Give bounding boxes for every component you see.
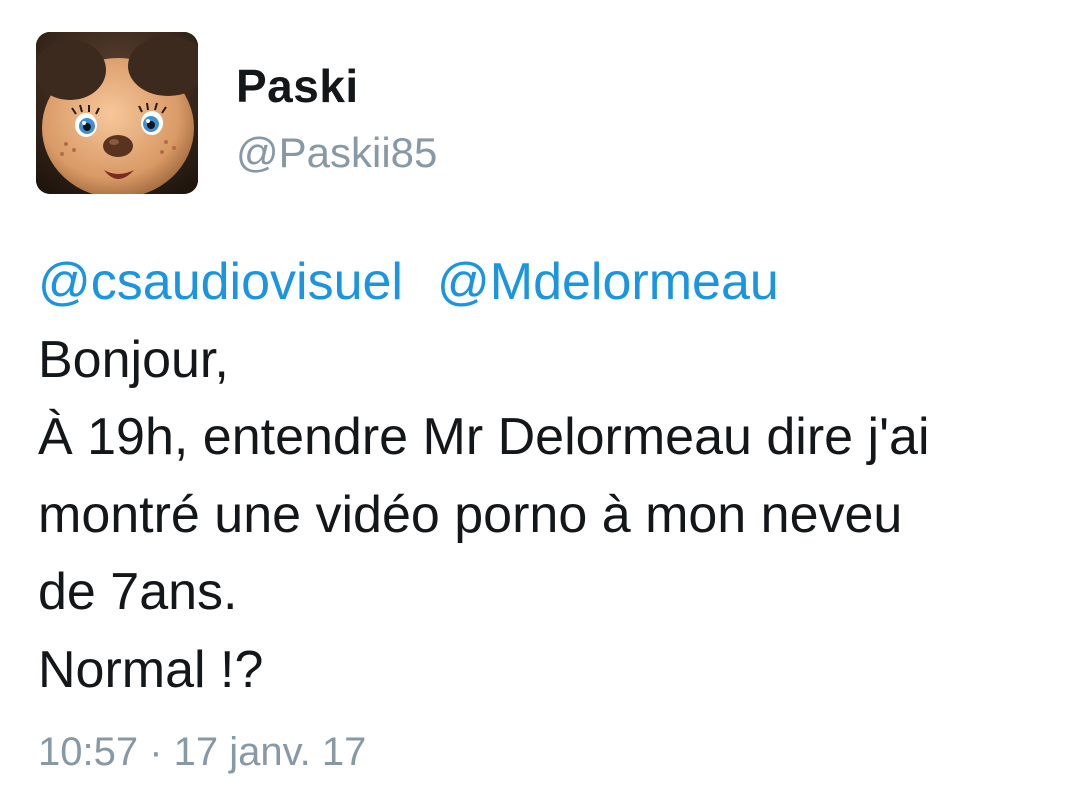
tweet-line: de 7ans.: [38, 563, 238, 621]
tweet-line: Normal !?: [38, 640, 264, 699]
tweet-card: Paski @Paskii85 @csaudiovisuel @Mdelormea…: [0, 0, 1080, 811]
avatar-doll-face-icon: [36, 32, 198, 194]
display-name[interactable]: Paski: [236, 60, 359, 112]
tweet-line: montré une vidéo porno à mon neveu: [38, 485, 903, 544]
avatar[interactable]: [36, 32, 198, 194]
tweet-text: @csaudiovisuel @Mdelormeau Bonjour, À 19h…: [38, 244, 1048, 709]
tweet-timestamp[interactable]: 10:57 · 17 janv. 17: [38, 728, 366, 776]
mentions-line: @csaudiovisuel @Mdelormeau: [38, 244, 1048, 322]
user-handle[interactable]: @Paskii85: [236, 129, 437, 177]
mention-link-mdelormeau[interactable]: @Mdelormeau: [437, 253, 779, 311]
tweet-line: Bonjour,: [38, 330, 229, 389]
tweet-line: À 19h, entendre Mr Delormeau dire j'ai: [38, 408, 930, 466]
mention-link-csaudiovisuel[interactable]: @csaudiovisuel: [38, 253, 403, 311]
